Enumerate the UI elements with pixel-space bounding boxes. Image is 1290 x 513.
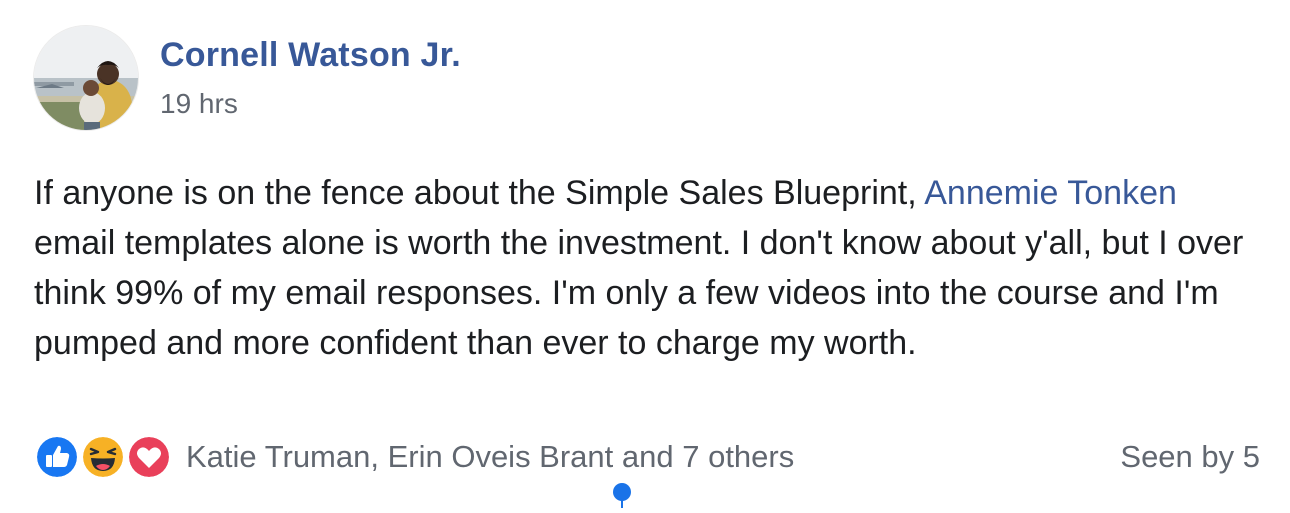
post-timestamp[interactable]: 19 hrs bbox=[160, 88, 238, 120]
feed-post: Cornell Watson Jr. 19 hrs If anyone is o… bbox=[0, 0, 1290, 508]
author-name[interactable]: Cornell Watson Jr. bbox=[160, 36, 461, 75]
post-text: If anyone is on the fence about the Simp… bbox=[34, 168, 1264, 368]
post-paragraph: If anyone is on the fence about the Simp… bbox=[34, 168, 1264, 368]
post-footer: Katie Truman, Erin Oveis Brant and 7 oth… bbox=[34, 432, 1260, 482]
pointer-marker-icon bbox=[612, 482, 632, 508]
love-icon bbox=[126, 434, 172, 480]
post-text-end: email templates alone is worth the inves… bbox=[34, 224, 1244, 362]
seen-by-count[interactable]: Seen by 5 bbox=[1120, 439, 1260, 475]
reactions-summary[interactable]: Katie Truman, Erin Oveis Brant and 7 oth… bbox=[186, 439, 794, 475]
profile-photo-icon bbox=[34, 26, 138, 130]
post-text-start: If anyone is on the fence about the Simp… bbox=[34, 174, 925, 212]
like-icon bbox=[34, 434, 80, 480]
mention-link[interactable]: Annemie Tonken bbox=[924, 174, 1177, 212]
haha-icon bbox=[80, 434, 126, 480]
author-avatar[interactable] bbox=[34, 26, 138, 130]
